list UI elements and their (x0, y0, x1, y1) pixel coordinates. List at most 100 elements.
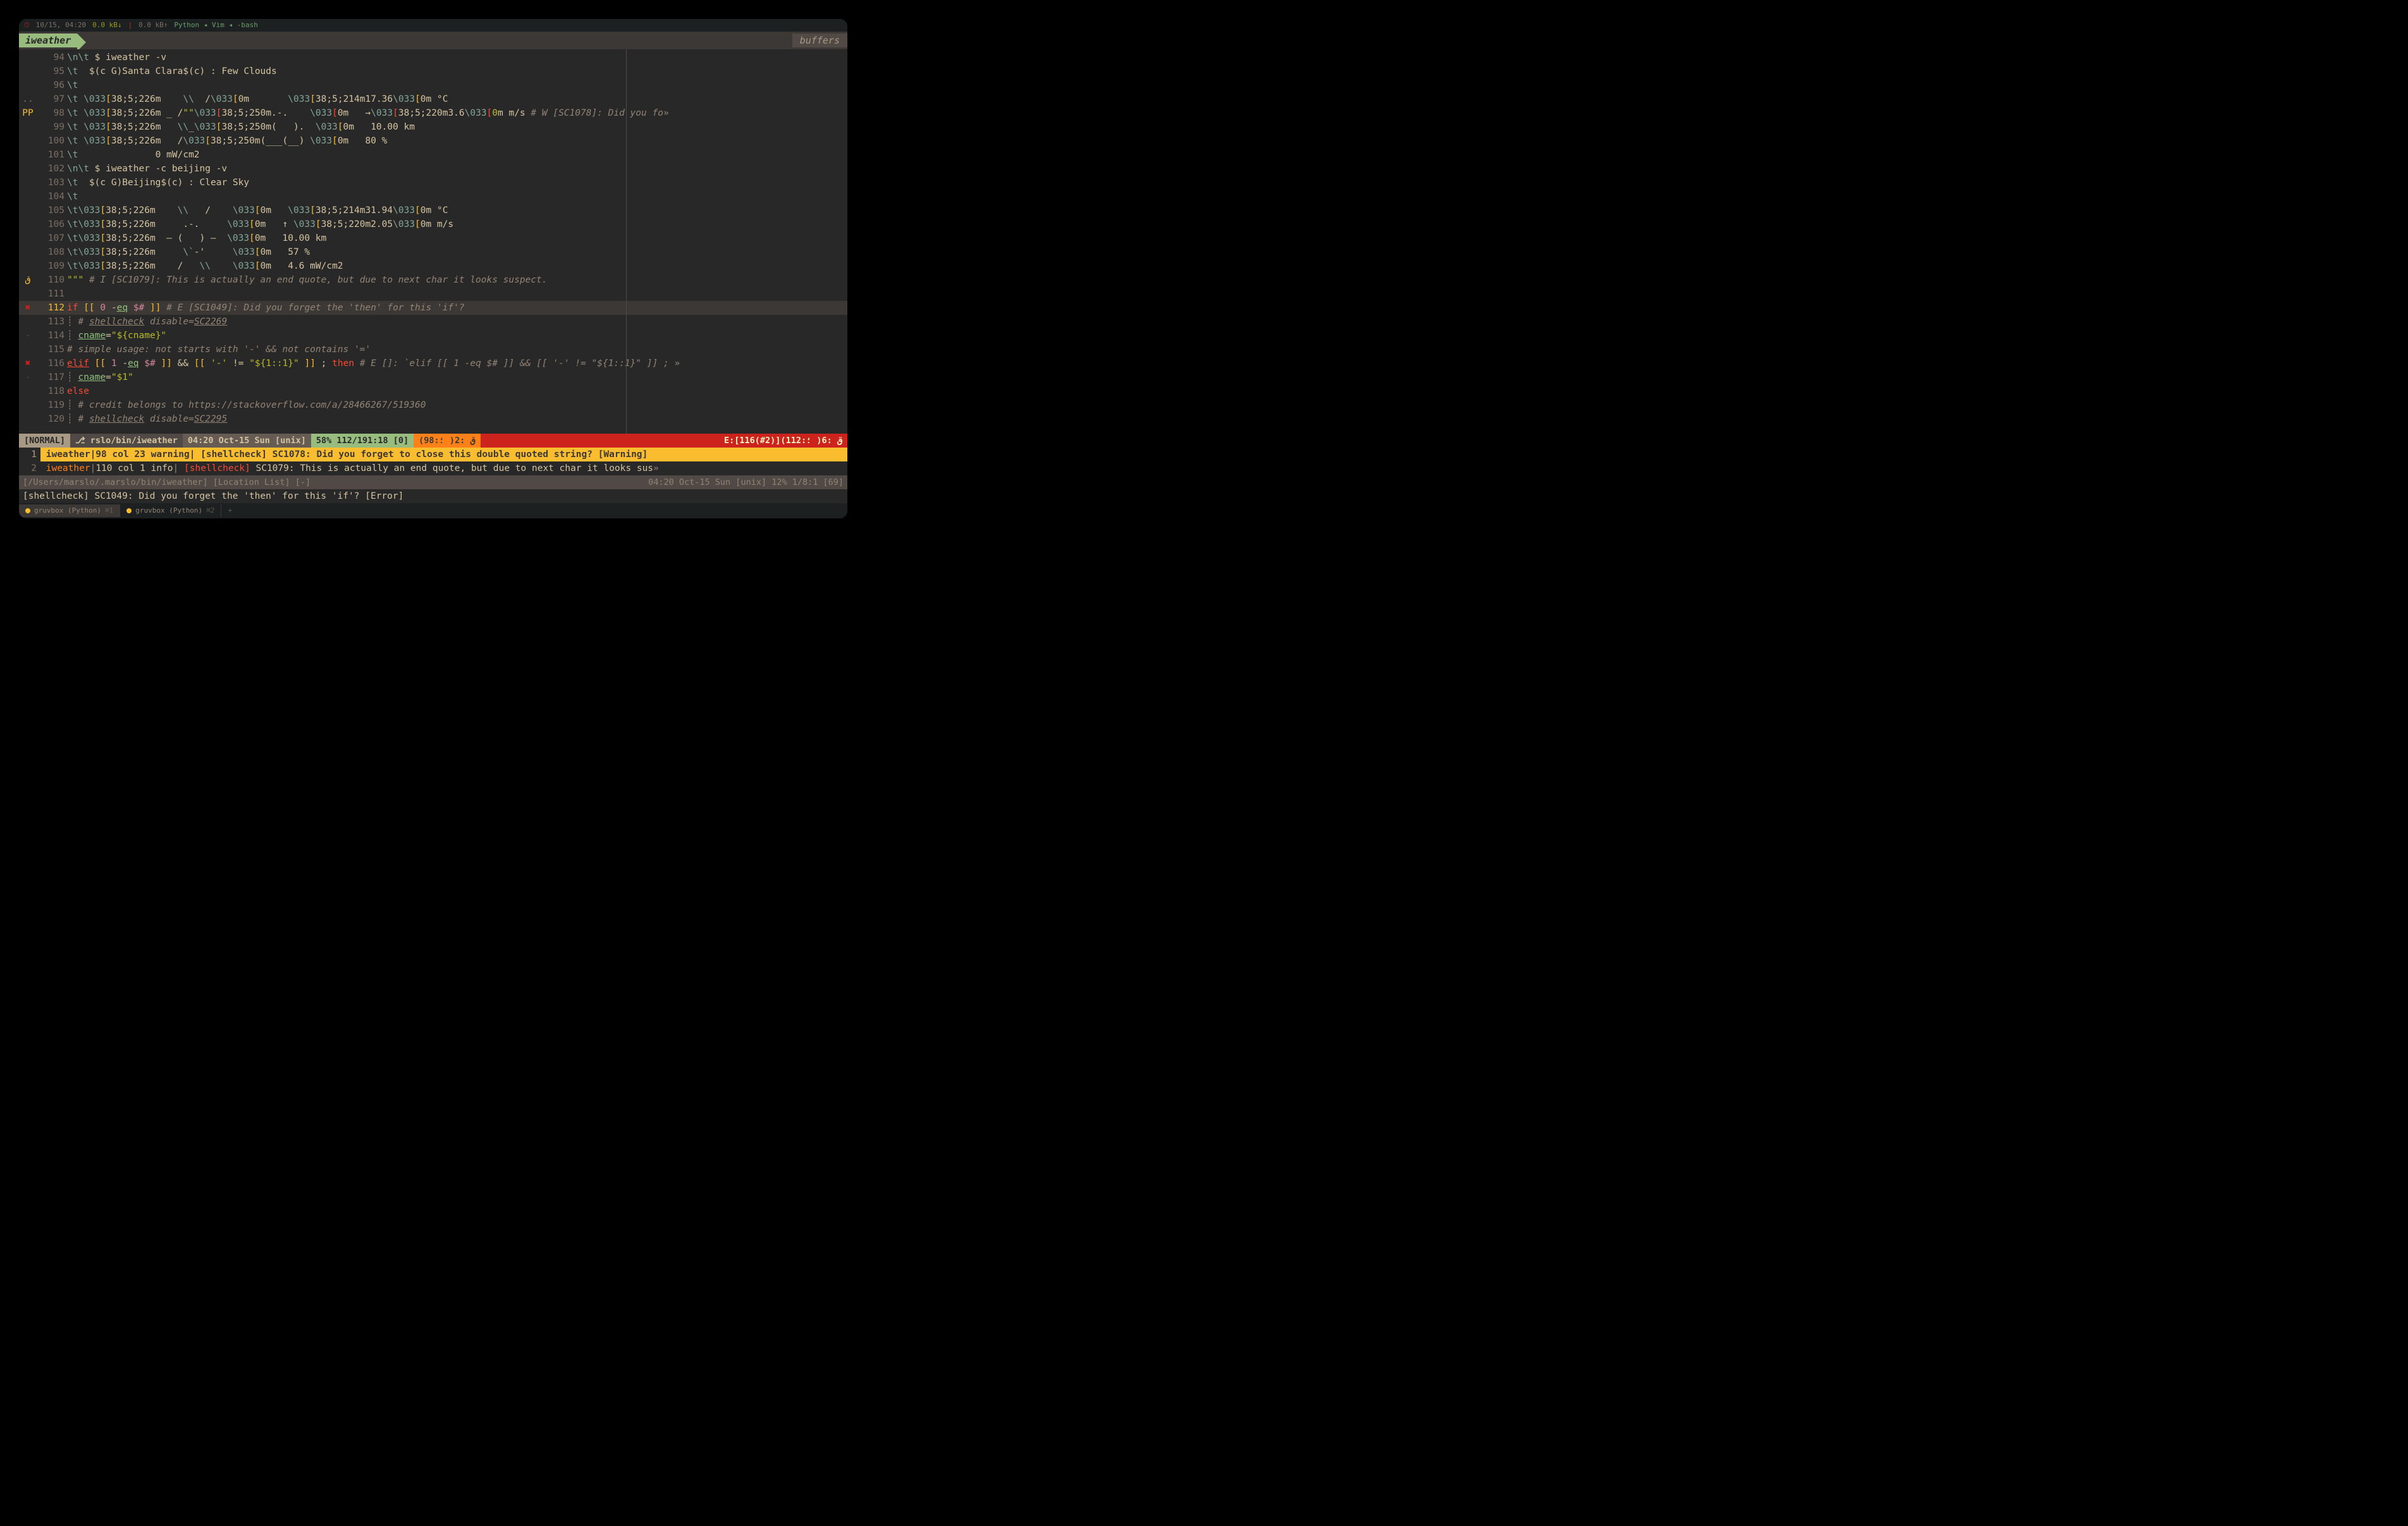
line-number: 115 (37, 343, 67, 357)
code-content: ┊ cname="$1" (67, 370, 847, 384)
line-number: 117 (37, 370, 67, 384)
code-line[interactable]: -114 ┊ cname="${cname}" (19, 329, 847, 343)
terminal-tab[interactable]: gruvbox (Python) ⌘1 (19, 504, 120, 517)
sign-column (19, 231, 37, 245)
sl-position: 58% 112/191:18 [0] (311, 434, 414, 448)
loc-text: iweather|110 col 1 info| [shellcheck] SC… (40, 461, 659, 475)
code-content: \t\033[38;5;226m \\ / \033[0m \033[38;5;… (67, 204, 847, 217)
line-number: 108 (37, 245, 67, 259)
code-line[interactable]: 101 \t 0 mW/cm2 (19, 148, 847, 162)
sign-column (19, 64, 37, 78)
code-content: \t (67, 78, 847, 92)
line-number: 95 (37, 64, 67, 78)
code-content: \t $(c G)Beijing$(c) : Clear Sky (67, 176, 847, 190)
code-content: if [[ 0 -eq $# ]] # E [SC1049]: Did you … (67, 301, 847, 315)
sign-column (19, 190, 37, 204)
sign-column (19, 245, 37, 259)
code-line[interactable]: 115 # simple usage: not starts with '-' … (19, 343, 847, 357)
code-line[interactable]: 105 \t\033[38;5;226m \\ / \033[0m \033[3… (19, 204, 847, 217)
code-line[interactable]: 113 ┊ # shellcheck disable=SC2269 (19, 315, 847, 329)
tab-shortcut: ⌘1 (105, 506, 113, 515)
code-content: \t\033[38;5;226m / \\ \033[0m 4.6 mW/cm2 (67, 259, 847, 273)
code-line[interactable]: 108 \t\033[38;5;226m \`-' \033[0m 57 % (19, 245, 847, 259)
line-number: 116 (37, 357, 67, 370)
code-content: \t \033[38;5;226m /\033[38;5;250m(___(__… (67, 134, 847, 148)
net-down: 0.0 kB↓ (92, 21, 121, 30)
line-number: 119 (37, 398, 67, 412)
code-line[interactable]: 104 \t (19, 190, 847, 204)
code-line[interactable]: 119 ┊ # credit belongs to https://stacko… (19, 398, 847, 412)
location-list[interactable]: 1 iweather|98 col 23 warning| [shellchec… (19, 448, 847, 489)
code-line[interactable]: 99 \t \033[38;5;226m \\_\033[38;5;250m( … (19, 120, 847, 134)
code-content: # simple usage: not starts with '-' && n… (67, 343, 847, 357)
sign-column (19, 120, 37, 134)
code-content: \t \033[38;5;226m \\_\033[38;5;250m( ). … (67, 120, 847, 134)
code-line[interactable]: 103 \t $(c G)Beijing$(c) : Clear Sky (19, 176, 847, 190)
code-line[interactable]: 109 \t\033[38;5;226m / \\ \033[0m 4.6 mW… (19, 259, 847, 273)
sign-column (19, 259, 37, 273)
code-line[interactable]: ✖112 if [[ 0 -eq $# ]] # E [SC1049]: Did… (19, 301, 847, 315)
code-content: \t \033[38;5;226m _ /""\033[38;5;250m.-.… (67, 106, 847, 120)
code-line[interactable]: 100 \t \033[38;5;226m /\033[38;5;250m(__… (19, 134, 847, 148)
line-number: 109 (37, 259, 67, 273)
code-content: else (67, 384, 847, 398)
vertical-split-line (626, 49, 627, 434)
line-number: 97 (37, 92, 67, 106)
line-number: 111 (37, 287, 67, 301)
code-content: \n\t $ iweather -c beijing -v (67, 162, 847, 176)
code-line[interactable]: 107 \t\033[38;5;226m ― ( ) ― \033[0m 10.… (19, 231, 847, 245)
location-list-item[interactable]: 2 iweather|110 col 1 info| [shellcheck] … (19, 461, 847, 475)
loc-line-number: 1 (19, 448, 40, 461)
line-number: 94 (37, 51, 67, 64)
code-line[interactable]: 111 (19, 287, 847, 301)
line-number: 103 (37, 176, 67, 190)
line-number: 118 (37, 384, 67, 398)
code-line[interactable]: 102 \n\t $ iweather -c beijing -v (19, 162, 847, 176)
code-line[interactable]: ✖116 elif [[ 1 -eq $# ]] && [[ '-' != "$… (19, 357, 847, 370)
code-line[interactable]: 96 \t (19, 78, 847, 92)
code-content: ┊ # shellcheck disable=SC2269 (67, 315, 847, 329)
code-content: ┊ # shellcheck disable=SC2295 (67, 412, 847, 426)
terminal-tab[interactable]: gruvbox (Python) ⌘2 (120, 504, 221, 517)
sl-mode: [NORMAL] (19, 434, 70, 448)
line-number: 100 (37, 134, 67, 148)
line-number: 101 (37, 148, 67, 162)
sign-column (19, 204, 37, 217)
code-line[interactable]: 120 ┊ # shellcheck disable=SC2295 (19, 412, 847, 426)
code-content: ┊ cname="${cname}" (67, 329, 847, 343)
code-line[interactable]: 106 \t\033[38;5;226m .-. \033[0m ↑ \033[… (19, 217, 847, 231)
code-content: \t $(c G)Santa Clara$(c) : Few Clouds (67, 64, 847, 78)
code-content: elif [[ 1 -eq $# ]] && [[ '-' != "${1::1… (67, 357, 847, 370)
code-line[interactable]: 118 else (19, 384, 847, 398)
line-number: 104 (37, 190, 67, 204)
code-content: \t\033[38;5;226m \`-' \033[0m 57 % (67, 245, 847, 259)
sign-column (19, 134, 37, 148)
sl-warnings: ق :2( ؛:98) (414, 434, 480, 448)
tab-shortcut: ⌘2 (206, 506, 214, 515)
code-content: """ # I [SC1079]: This is actually an en… (67, 273, 847, 287)
sl-file: ⎇ rslo/bin/iweather (70, 434, 183, 448)
tab-label: gruvbox (Python) (34, 506, 101, 515)
net-up: 0.0 kB↑ (138, 21, 168, 30)
tab-label: gruvbox (Python) (135, 506, 202, 515)
editor-pane[interactable]: 94 \n\t $ iweather -v95 \t $(c G)Santa C… (19, 49, 847, 434)
code-line[interactable]: PP98 \t \033[38;5;226m _ /""\033[38;5;25… (19, 106, 847, 120)
code-line[interactable]: 94 \n\t $ iweather -v (19, 51, 847, 64)
sign-column: ✖ (19, 301, 37, 315)
buffers-label[interactable]: buffers (792, 34, 847, 48)
code-line[interactable]: 95 \t $(c G)Santa Clara$(c) : Few Clouds (19, 64, 847, 78)
sign-column: PP (19, 106, 37, 120)
command-line[interactable]: [shellcheck] SC1049: Did you forget the … (19, 489, 847, 503)
tab-iweather[interactable]: iweather (19, 34, 77, 48)
code-line[interactable]: ..97 \t \033[38;5;226m \\ /\033[0m \033[… (19, 92, 847, 106)
line-number: 99 (37, 120, 67, 134)
status-line: [NORMAL] ⎇ rslo/bin/iweather 04:20 Oct-1… (19, 434, 847, 448)
code-line[interactable]: -117 ┊ cname="$1" (19, 370, 847, 384)
line-number: 105 (37, 204, 67, 217)
location-list-item[interactable]: 1 iweather|98 col 23 warning| [shellchec… (19, 448, 847, 461)
sign-column (19, 398, 37, 412)
new-tab-button[interactable]: + (221, 504, 238, 517)
code-line[interactable]: ق110 """ # I [SC1079]: This is actually … (19, 273, 847, 287)
loc-line-number: 2 (19, 461, 40, 475)
sl-errors: E:[116(#2)]ق :6( ؛:112) (481, 434, 847, 448)
